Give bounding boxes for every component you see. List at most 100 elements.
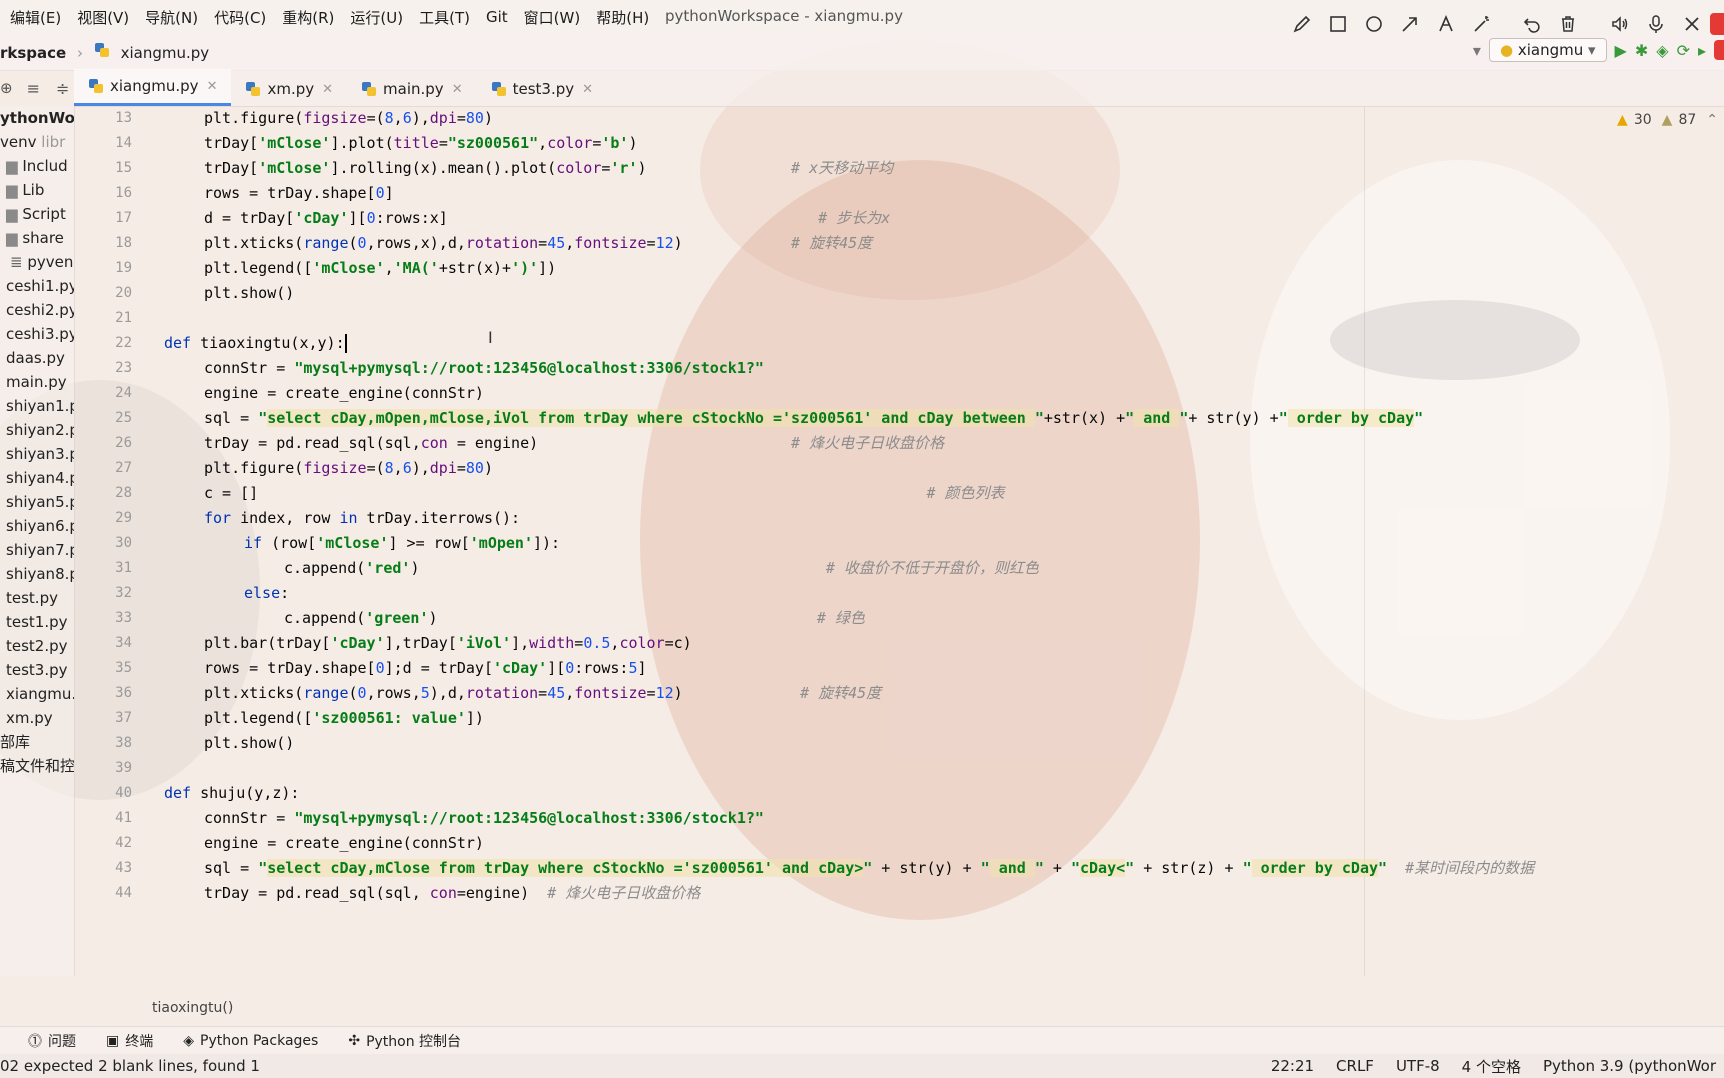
tree-item-file[interactable]: shiyan6.p: [6, 514, 74, 538]
pen-icon[interactable]: [1284, 6, 1320, 42]
breadcrumb-file[interactable]: xiangmu.py: [121, 44, 210, 62]
tab-main[interactable]: main.py ✕: [347, 72, 477, 106]
tree-item-file[interactable]: shiyan1.p: [6, 394, 74, 418]
notification-icon[interactable]: [1714, 40, 1724, 60]
menu-help[interactable]: 帮助(H): [596, 7, 649, 28]
tree-item-file[interactable]: daas.py: [6, 346, 65, 370]
editor-tabs: xiangmu.py ✕ xm.py ✕ main.py ✕ test3.py …: [74, 69, 1724, 107]
tab-xm[interactable]: xm.py ✕: [231, 72, 347, 106]
line-number: 14: [115, 135, 132, 151]
line-number: 28: [115, 485, 132, 501]
close-tab-icon[interactable]: ✕: [322, 82, 333, 97]
menu-refactor[interactable]: 重构(R): [282, 7, 334, 28]
close-tab-icon[interactable]: ✕: [452, 82, 463, 97]
arrow-icon[interactable]: [1392, 6, 1428, 42]
chevron-up-icon[interactable]: ⌃: [1706, 112, 1718, 128]
tree-item-file[interactable]: xm.py: [6, 706, 53, 730]
line-number: 42: [115, 835, 132, 851]
menu-run[interactable]: 运行(U): [350, 7, 403, 28]
tree-item-file[interactable]: test3.py: [6, 658, 68, 682]
circle-icon[interactable]: [1356, 6, 1392, 42]
weak-warning-count: 87: [1678, 112, 1697, 128]
close-tab-icon[interactable]: ✕: [582, 82, 593, 97]
caret-position[interactable]: 22:21: [1271, 1057, 1314, 1075]
line-number: 26: [115, 435, 132, 451]
tree-item-file[interactable]: shiyan4.p: [6, 466, 74, 490]
tree-item-file[interactable]: ceshi1.py: [6, 274, 74, 298]
collapse-all-icon[interactable]: ≡: [27, 79, 40, 98]
code-line: trDay = pd.read_sql(sql, con=engine) # 烽…: [204, 884, 701, 902]
inspection-widget[interactable]: ▲ 30 ▲ 87 ⌃: [1617, 112, 1718, 128]
code-line: plt.show(): [204, 284, 295, 302]
code-breadcrumb-function[interactable]: tiaoxingtu(): [152, 1000, 233, 1016]
expand-all-icon[interactable]: ≑: [56, 79, 69, 98]
tree-item-file[interactable]: shiyan3.p: [6, 442, 74, 466]
toolwindow-terminal[interactable]: ▣ 终端: [106, 1031, 153, 1051]
tree-item-file[interactable]: test1.py: [6, 610, 68, 634]
microphone-icon[interactable]: [1638, 6, 1674, 42]
magic-wand-icon[interactable]: [1464, 6, 1500, 42]
tab-test3[interactable]: test3.py ✕: [477, 72, 607, 106]
run-configuration-select[interactable]: ● xiangmu ▾: [1488, 38, 1607, 62]
rectangle-icon[interactable]: [1320, 6, 1356, 42]
debug-icon[interactable]: ✱: [1635, 41, 1648, 60]
menu-git[interactable]: Git: [486, 8, 508, 26]
file-encoding[interactable]: UTF-8: [1396, 1057, 1440, 1075]
text-icon[interactable]: [1428, 6, 1464, 42]
tree-item-file[interactable]: test2.py: [6, 634, 68, 658]
tree-item-share[interactable]: ▆ share: [6, 226, 64, 250]
scope-icon[interactable]: ⊕: [0, 79, 13, 97]
more-run-icon[interactable]: ▸: [1698, 41, 1706, 60]
toolwindow-problems[interactable]: ⓵ 问题: [28, 1031, 76, 1051]
line-separator[interactable]: CRLF: [1336, 1057, 1374, 1075]
menu-tools[interactable]: 工具(T): [419, 7, 470, 28]
status-message[interactable]: 02 expected 2 blank lines, found 1: [0, 1057, 260, 1075]
tree-item-pyvenv[interactable]: ≣ pyven: [10, 250, 73, 274]
tree-item-scripts[interactable]: ▆ Script: [6, 202, 66, 226]
python-file-icon: [94, 42, 110, 58]
user-icon[interactable]: ▾: [1473, 41, 1481, 60]
profile-icon[interactable]: ⟳: [1677, 41, 1690, 60]
menu-edit[interactable]: 编辑(E): [10, 7, 61, 28]
menu-code[interactable]: 代码(C): [214, 7, 266, 28]
tree-item-file[interactable]: shiyan5.p: [6, 490, 74, 514]
code-line: plt.legend(['sz000561: value']): [204, 709, 484, 727]
tree-item-external-libraries[interactable]: 部库: [0, 730, 30, 754]
tree-item-file[interactable]: ceshi2.py: [6, 298, 74, 322]
tree-item-scratches[interactable]: 稿文件和控: [0, 754, 74, 778]
close-icon[interactable]: [1674, 6, 1710, 42]
indent-setting[interactable]: 4 个空格: [1462, 1056, 1521, 1077]
tree-item-venv[interactable]: venv libr: [0, 130, 65, 154]
menu-window[interactable]: 窗口(W): [524, 7, 581, 28]
tree-item-file[interactable]: shiyan7.p: [6, 538, 74, 562]
tree-item-file[interactable]: xiangmu.: [6, 682, 74, 706]
tree-item-file[interactable]: main.py: [6, 370, 67, 394]
tree-item-file[interactable]: shiyan2.p: [6, 418, 74, 442]
tree-item-include[interactable]: ▆ Includ: [6, 154, 68, 178]
tree-item-file[interactable]: ceshi3.py: [6, 322, 74, 346]
toolwindow-label: Python Packages: [200, 1033, 319, 1049]
coverage-icon[interactable]: ◈: [1656, 41, 1668, 60]
trash-icon[interactable]: [1550, 6, 1586, 42]
code-line: plt.show(): [204, 734, 295, 752]
menu-view[interactable]: 视图(V): [77, 7, 129, 28]
python-config-icon: ●: [1499, 41, 1514, 59]
run-icon[interactable]: ▶: [1615, 41, 1627, 60]
tree-item-file[interactable]: shiyan8.p: [6, 562, 74, 586]
breadcrumb-project[interactable]: rkspace: [0, 44, 66, 62]
line-number: 15: [115, 160, 132, 176]
tree-item-lib[interactable]: ▆ Lib: [6, 178, 44, 202]
toolwindow-python-console[interactable]: ✣ Python 控制台: [348, 1031, 461, 1051]
python-file-icon: [245, 81, 261, 97]
toolwindow-python-packages[interactable]: ◈ Python Packages: [183, 1033, 318, 1049]
undo-icon[interactable]: [1514, 6, 1550, 42]
python-interpreter[interactable]: Python 3.9 (pythonWor: [1543, 1057, 1716, 1075]
line-number: 17: [115, 210, 132, 226]
tab-xiangmu[interactable]: xiangmu.py ✕: [74, 69, 232, 106]
speaker-icon[interactable]: [1602, 6, 1638, 42]
code-editor[interactable]: plt.figure(figsize=(8,6),dpi=80) trDay['…: [152, 106, 1724, 986]
project-root[interactable]: ythonWor: [0, 106, 74, 130]
tree-item-file[interactable]: test.py: [6, 586, 58, 610]
close-tab-icon[interactable]: ✕: [207, 79, 218, 94]
menu-navigate[interactable]: 导航(N): [145, 7, 198, 28]
